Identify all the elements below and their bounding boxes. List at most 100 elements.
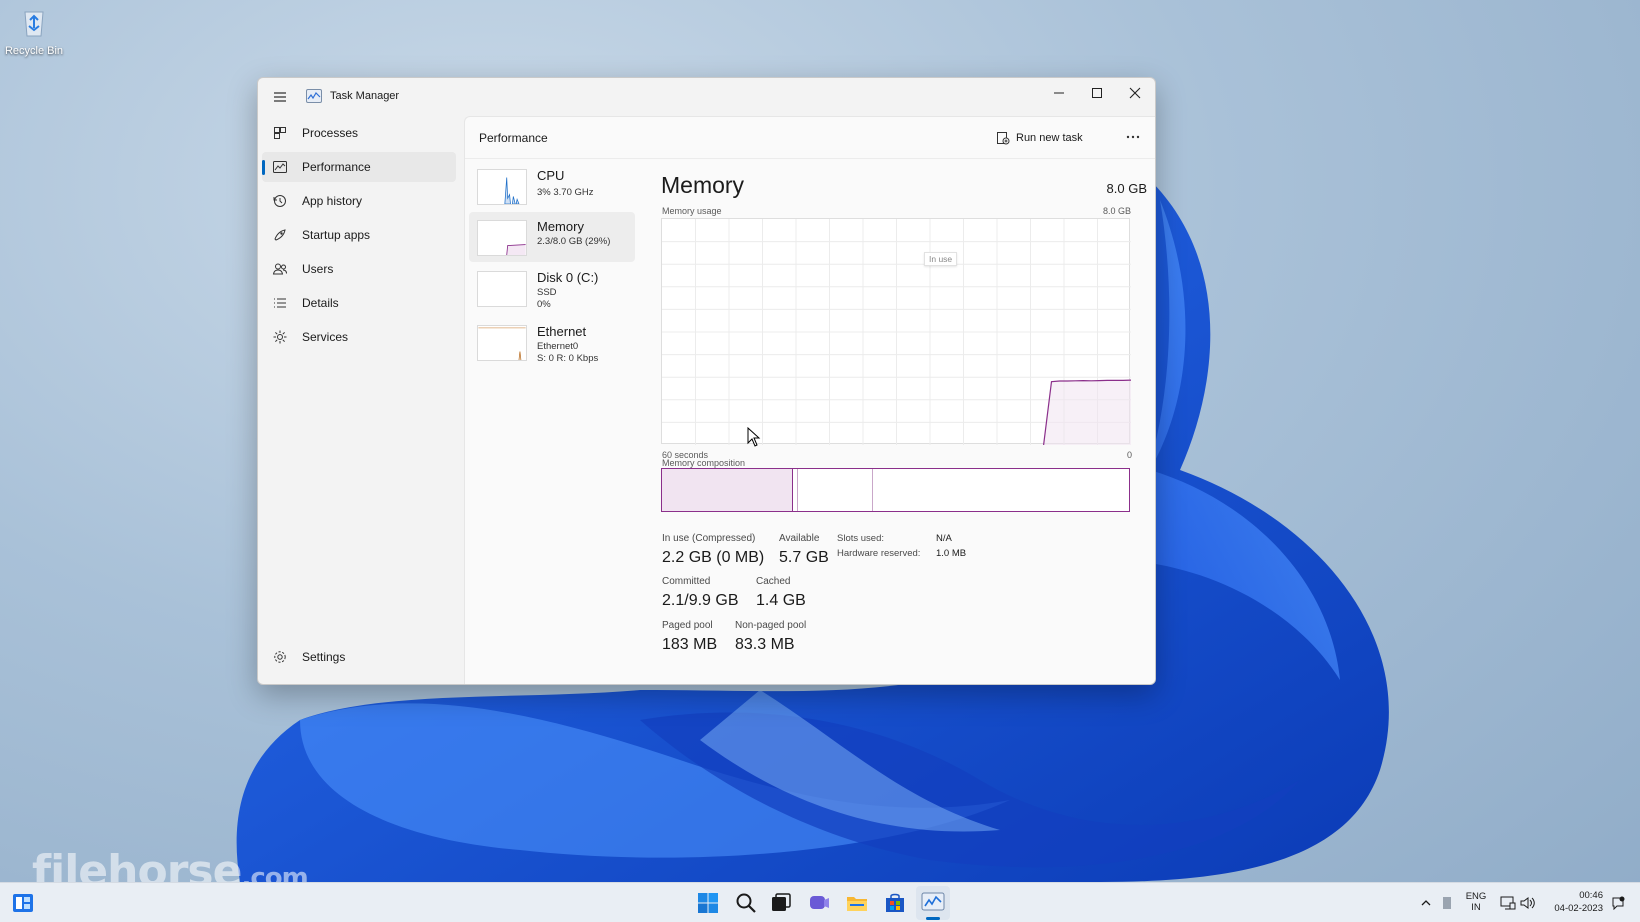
paged-pool-value: 183 MB — [662, 636, 718, 653]
settings-gear-icon — [274, 651, 286, 663]
language-code: ENG — [1465, 891, 1487, 902]
services-icon — [273, 330, 287, 344]
hamburger-menu-icon[interactable] — [270, 88, 290, 106]
clock-date: 04-02-2023 — [1554, 903, 1603, 914]
hardware-reserved-value: 1.0 MB — [936, 548, 967, 559]
memory-title: Memory — [661, 172, 745, 198]
start-icon[interactable] — [696, 891, 720, 915]
memory-usage-chart — [662, 219, 1132, 446]
memory-composition-label: Memory composition — [662, 458, 746, 468]
recycle-bin-label: Recycle Bin — [4, 45, 64, 57]
resource-detail: 2.3/8.0 GB (29%) — [537, 236, 611, 247]
task-manager-taskbar-icon — [921, 892, 945, 911]
mouse-cursor-icon — [747, 427, 761, 447]
task-manager-taskbar-button[interactable] — [916, 886, 950, 920]
non-paged-pool-label: Non-paged pool — [735, 620, 807, 631]
paged-pool-label: Paged pool — [662, 620, 713, 631]
task-view-icon[interactable] — [769, 891, 793, 915]
sidebar-item-processes[interactable]: Processes — [262, 118, 456, 148]
input-language[interactable]: ENG IN — [1464, 891, 1488, 913]
content-header: Performance Run new task — [465, 117, 1155, 159]
tray-app-icon[interactable] — [1441, 896, 1453, 910]
sidebar-item-label: Settings — [302, 650, 346, 664]
sidebar-item-performance[interactable]: Performance — [262, 152, 456, 182]
composition-in-use — [662, 469, 794, 511]
resource-item-ethernet[interactable]: Ethernet Ethernet0 S: 0 R: 0 Kbps — [469, 317, 635, 367]
run-new-task-button[interactable]: Run new task — [996, 128, 1083, 148]
active-app-indicator — [926, 917, 940, 920]
recycle-bin[interactable]: Recycle Bin — [4, 6, 64, 57]
minimize-icon — [1054, 92, 1064, 94]
memory-thumbnail-graph — [477, 220, 527, 256]
store-icon[interactable] — [883, 891, 907, 915]
resource-detail: Ethernet0 — [537, 341, 579, 352]
disk-thumbnail-graph — [477, 271, 527, 307]
performance-icon — [273, 161, 287, 173]
sidebar-item-label: Services — [302, 330, 349, 344]
widgets-icon[interactable] — [12, 892, 34, 914]
resource-detail: S: 0 R: 0 Kbps — [537, 353, 599, 364]
maximize-button[interactable] — [1078, 78, 1116, 108]
more-options-icon[interactable] — [1123, 129, 1143, 145]
committed-label: Committed — [662, 576, 711, 587]
memory-usage-area — [1043, 380, 1131, 445]
network-icon[interactable] — [1500, 896, 1516, 910]
memory-total: 8.0 GB — [1106, 181, 1147, 196]
sidebar-item-settings[interactable]: Settings — [262, 642, 456, 672]
window-title: Task Manager — [330, 90, 400, 102]
non-paged-pool-value: 83.3 MB — [735, 636, 795, 653]
cached-label: Cached — [756, 576, 791, 587]
sidebar-item-label: Users — [302, 262, 334, 276]
users-icon — [272, 263, 287, 275]
memory-detail: Memory 8.0 GB Memory usage 8.0 GB In use… — [661, 159, 1151, 684]
clock[interactable]: 00:46 04-02-2023 — [1543, 890, 1603, 914]
in-use-label: In use (Compressed) — [662, 533, 756, 544]
memory-usage-graph: In use — [661, 218, 1132, 446]
chevron-up-icon[interactable] — [1420, 897, 1432, 909]
resource-name: Ethernet — [537, 324, 587, 339]
sidebar-item-label: Startup apps — [302, 228, 371, 242]
composition-standby — [798, 469, 874, 511]
performance-panel: Performance Run new task CPU 3% 3.70 GHz… — [464, 116, 1155, 684]
notification-icon[interactable] — [1611, 896, 1625, 910]
sidebar-item-services[interactable]: Services — [262, 322, 456, 352]
task-manager-app-icon — [306, 89, 322, 103]
cached-value: 1.4 GB — [756, 592, 806, 609]
memory-usage-label: Memory usage — [662, 206, 722, 216]
minimize-button[interactable] — [1040, 78, 1078, 108]
hardware-reserved-label: Hardware reserved: — [837, 548, 921, 559]
ethernet-thumbnail-graph — [477, 325, 527, 361]
memory-usage-max: 8.0 GB — [1102, 206, 1131, 216]
close-icon — [1129, 87, 1141, 99]
history-icon — [273, 195, 286, 207]
file-explorer-icon[interactable] — [845, 891, 869, 915]
available-value: 5.7 GB — [779, 549, 829, 566]
close-button[interactable] — [1116, 78, 1154, 108]
sidebar-item-label: Processes — [302, 126, 359, 140]
resource-name: CPU — [537, 168, 565, 183]
sidebar-item-label: Performance — [302, 160, 371, 174]
resource-detail: 0% — [537, 299, 551, 310]
task-manager-window: Task Manager Processes Performance App h… — [257, 77, 1156, 685]
resource-name: Disk 0 (C:) — [537, 270, 599, 285]
taskbar: ENG IN 00:46 04-02-2023 — [0, 882, 1640, 922]
resource-item-disk[interactable]: Disk 0 (C:) SSD 0% — [469, 263, 635, 313]
chat-icon[interactable] — [807, 891, 831, 915]
processes-icon — [274, 127, 286, 139]
memory-composition-bar — [661, 468, 1130, 512]
sidebar-item-startup-apps[interactable]: Startup apps — [262, 220, 456, 250]
sidebar: Processes Performance App history Startu… — [258, 116, 462, 684]
in-use-tooltip: In use — [924, 252, 958, 266]
resource-name: Memory — [537, 219, 584, 234]
sidebar-item-details[interactable]: Details — [262, 288, 456, 318]
sidebar-item-label: Details — [302, 296, 339, 310]
title-bar[interactable]: Task Manager — [258, 78, 1155, 116]
sidebar-item-app-history[interactable]: App history — [262, 186, 456, 216]
volume-icon[interactable] — [1520, 896, 1536, 910]
resource-item-memory[interactable]: Memory 2.3/8.0 GB (29%) — [469, 212, 635, 262]
language-region: IN — [1471, 902, 1481, 913]
search-icon[interactable] — [734, 891, 758, 915]
resource-item-cpu[interactable]: CPU 3% 3.70 GHz — [469, 161, 635, 211]
maximize-icon — [1092, 88, 1102, 98]
sidebar-item-users[interactable]: Users — [262, 254, 456, 284]
